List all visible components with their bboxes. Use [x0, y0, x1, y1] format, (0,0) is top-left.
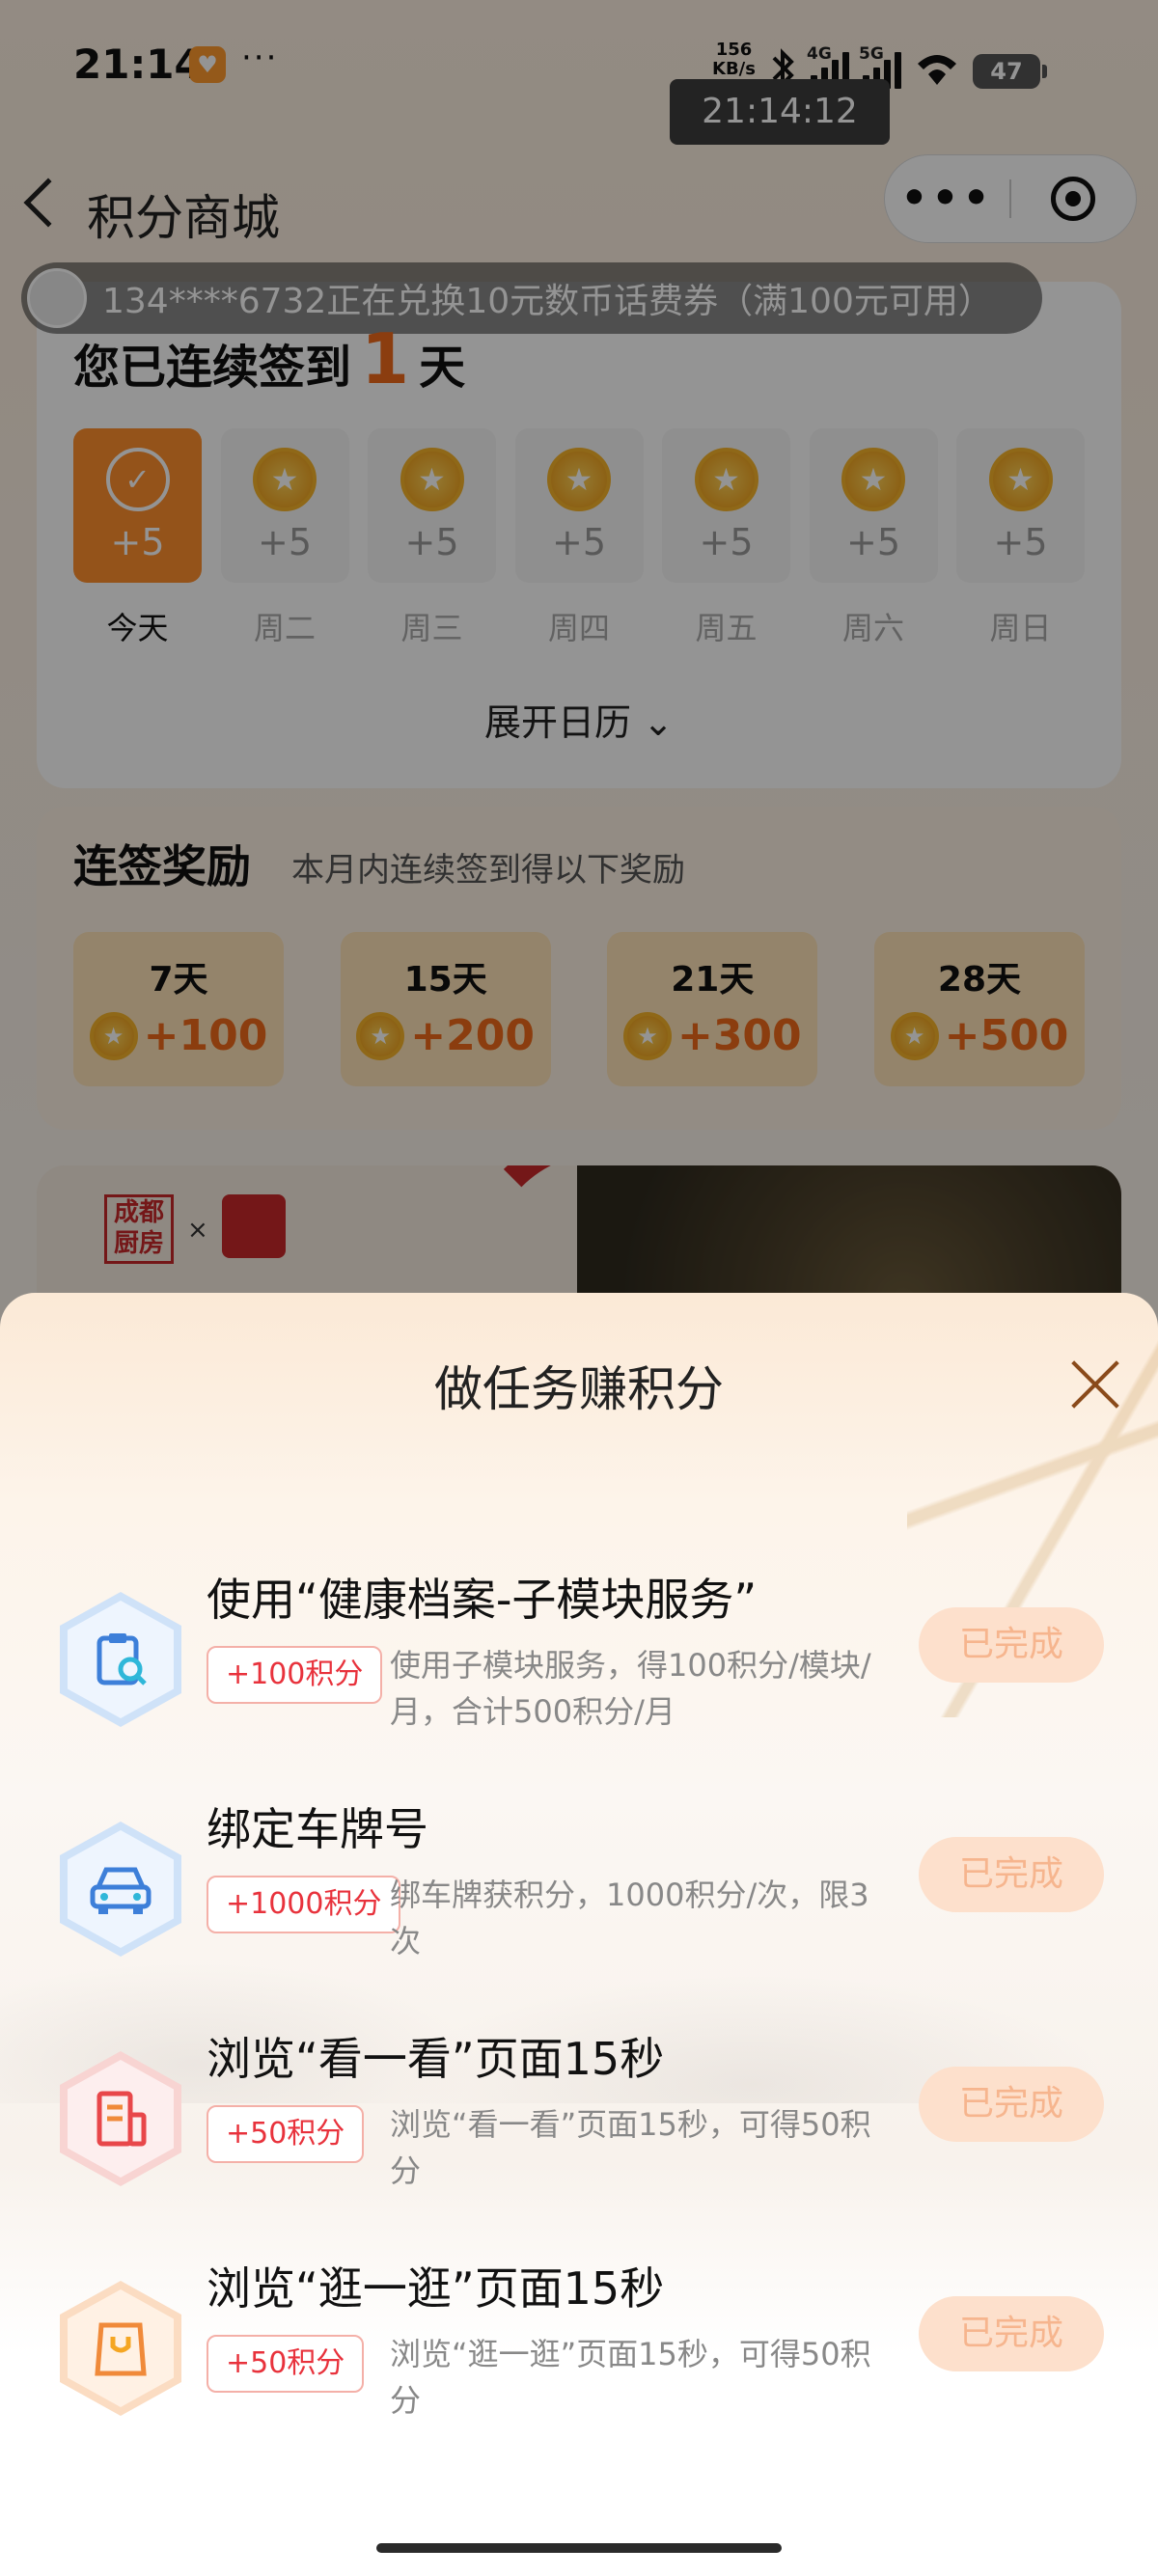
task-done-button[interactable]: 已完成 — [919, 2296, 1104, 2371]
task-name: 浏览“逛一逛”页面15秒 — [207, 2262, 665, 2315]
task-item: 使用“健康档案-子模块服务” +100积分 使用子模块服务，得100积分/模块/… — [0, 1565, 1158, 1777]
task-name: 使用“健康档案-子模块服务” — [207, 1574, 758, 1626]
task-sheet: 做任务赚积分 使用“健康档案-子模块服务” +100积分 使用子模块服务，得10… — [0, 1293, 1158, 2576]
task-item: 绑定车牌号 +1000积分 绑车牌获积分，1000积分/次，限3次 已完成 — [0, 1795, 1158, 2007]
home-indicator[interactable] — [376, 2543, 782, 2553]
task-name: 绑定车牌号 — [207, 1803, 428, 1855]
sheet-title: 做任务赚积分 — [434, 1361, 724, 1417]
task-icon-wrap — [60, 1822, 181, 1957]
task-item: 浏览“逛一逛”页面15秒 +50积分 浏览“逛一逛”页面15秒，可得50积分 已… — [0, 2254, 1158, 2466]
task-points-badge: +1000积分 — [207, 1876, 401, 1933]
task-points-badge: +50积分 — [207, 2105, 365, 2163]
document-icon — [96, 2091, 147, 2147]
task-name: 浏览“看一看”页面15秒 — [207, 2033, 665, 2085]
shopping-bag-icon — [95, 2322, 147, 2376]
task-item: 浏览“看一看”页面15秒 +50积分 浏览“看一看”页面15秒，可得50积分 已… — [0, 2024, 1158, 2236]
task-done-button[interactable]: 已完成 — [919, 1607, 1104, 1683]
task-icon-wrap — [60, 1592, 181, 1727]
car-icon — [90, 1867, 152, 1914]
task-points-badge: +100积分 — [207, 1646, 383, 1704]
task-icon-wrap — [60, 2051, 181, 2186]
task-done-button[interactable]: 已完成 — [919, 2067, 1104, 2142]
close-icon[interactable] — [1069, 1358, 1121, 1411]
task-points-badge: +50积分 — [207, 2335, 365, 2393]
task-description: 浏览“看一看”页面15秒，可得50积分 — [390, 2106, 871, 2189]
task-done-button[interactable]: 已完成 — [919, 1837, 1104, 1912]
task-description: 浏览“逛一逛”页面15秒，可得50积分 — [390, 2336, 871, 2419]
task-description: 使用子模块服务，得100积分/模块/月，合计500积分/月 — [390, 1647, 871, 1730]
task-description: 绑车牌获积分，1000积分/次，限3次 — [390, 1877, 869, 1959]
clipboard-search-icon — [96, 1633, 147, 1685]
task-icon-wrap — [60, 2281, 181, 2416]
